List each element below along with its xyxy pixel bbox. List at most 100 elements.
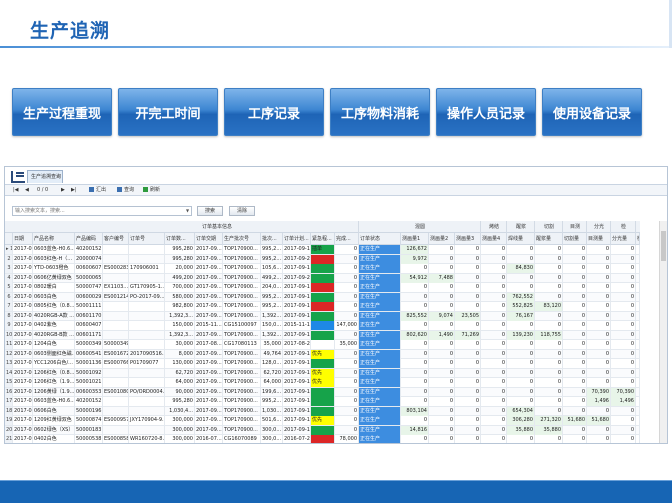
column-header[interactable]: 订单交期 bbox=[195, 233, 223, 245]
table-row[interactable]: 52017-09...0802暖白50000747EX1103...GT1709… bbox=[5, 283, 640, 293]
table-row[interactable]: 102017-09...4020RGB-B款 ...006011711,392,… bbox=[5, 330, 640, 340]
nav-button-3[interactable]: 工序记录 bbox=[224, 88, 324, 136]
column-header[interactable]: 测画量2 bbox=[429, 233, 455, 245]
column-header[interactable]: 订单状态 bbox=[359, 233, 401, 245]
table-row[interactable]: 172017-09...0603蓝色-H0.6...40200152995,28… bbox=[5, 397, 640, 407]
table-cell: 0 bbox=[611, 349, 636, 359]
next-page-button[interactable]: ▶ bbox=[61, 187, 65, 194]
column-header[interactable]: 醒浆量 bbox=[535, 233, 563, 245]
column-header[interactable]: 紧急程... bbox=[311, 233, 335, 245]
table-row[interactable]: 112017-09...1204白色 5000034950000349 30,000… bbox=[5, 340, 640, 350]
table-cell: WR160720-8... bbox=[129, 435, 165, 443]
last-page-button[interactable]: ▶| bbox=[71, 187, 77, 194]
table-row[interactable]: 62017-09...0603白色00600029ES001214PO-2017… bbox=[5, 292, 640, 302]
cell-text: 0 bbox=[501, 388, 505, 395]
table-cell: 51,680 bbox=[563, 416, 587, 425]
table-row[interactable]: 132017-09...YCC1206白色/...50001136ES00076… bbox=[5, 359, 640, 369]
cell-text: YCC1206白色/... bbox=[34, 360, 73, 366]
nav-button-6[interactable]: 使用设备记录 bbox=[542, 88, 642, 136]
table-row[interactable]: 192017-09...1209红黄绿双色50000874ES000957JXY… bbox=[5, 416, 640, 426]
cell-text: 0 bbox=[475, 417, 479, 423]
scroll-thumb[interactable] bbox=[661, 231, 666, 261]
table-row[interactable]: 152017-09...1206红色（1.9...5000102164,0002… bbox=[5, 378, 640, 388]
column-header[interactable]: 测画量4 bbox=[481, 233, 507, 245]
nav-button-2[interactable]: 开完工时间 bbox=[118, 88, 218, 136]
table-row[interactable]: 202017-09...0602绿色（XS）50000183300,000201… bbox=[5, 425, 640, 435]
column-header[interactable]: 客户编号 bbox=[103, 233, 129, 245]
table-cell: 1209红黄绿双色 bbox=[33, 416, 75, 425]
chevron-down-icon[interactable]: ▼ bbox=[184, 207, 191, 215]
table-row[interactable]: 92017-09...0402紫色 00600407 150,0002015-11.… bbox=[5, 321, 640, 331]
table-cell: 正在生产 bbox=[359, 406, 401, 416]
cell-text: 正在生产 bbox=[360, 265, 381, 271]
column-header[interactable]: 订单号 bbox=[129, 233, 165, 245]
table-row[interactable]: 72017-09...0805红色（0.8...50001111982,8002… bbox=[5, 302, 640, 312]
column-header[interactable]: 产品名称 bbox=[33, 233, 75, 245]
column-header[interactable]: 分光量 bbox=[611, 233, 636, 245]
column-header[interactable]: 批次... bbox=[261, 233, 283, 245]
cell-text: 50000538 bbox=[76, 436, 102, 442]
cell-text: 8 bbox=[7, 312, 11, 319]
table-row[interactable]: 22017-09...0603红色-H（...20000074995,28020… bbox=[5, 254, 640, 264]
table-row[interactable]: 32017-09...YTD-0603橙色00600607ES000283170… bbox=[5, 264, 640, 274]
clear-button[interactable]: 清除 bbox=[229, 206, 255, 216]
column-header[interactable]: 测画量3 bbox=[455, 233, 481, 245]
nav-button-1[interactable]: 生产过程重现 bbox=[12, 88, 112, 136]
row-index: 15 bbox=[5, 378, 13, 387]
cell-text: 0 bbox=[353, 350, 357, 357]
column-header[interactable]: 测画量1 bbox=[401, 233, 429, 245]
cell-text: 105,6... bbox=[262, 265, 282, 271]
column-header[interactable]: 切割量 bbox=[563, 233, 587, 245]
first-page-button[interactable]: |◀ bbox=[13, 187, 19, 194]
search-button[interactable]: 搜索 bbox=[197, 206, 223, 216]
cell-text: 0 bbox=[501, 369, 505, 376]
column-header[interactable]: 产品编码 bbox=[75, 233, 103, 245]
cell-text: 0 bbox=[423, 303, 427, 309]
table-cell bbox=[103, 368, 129, 378]
cell-text: 2017-09... bbox=[196, 379, 222, 385]
cell-text: 62,720 bbox=[175, 369, 194, 376]
table-cell: 2017-09... bbox=[195, 302, 223, 311]
table-cell bbox=[103, 311, 129, 321]
cell-text: 70,390 bbox=[591, 388, 610, 395]
refresh-button[interactable]: 刷新 bbox=[143, 187, 160, 194]
column-header[interactable]: 完成... bbox=[335, 233, 359, 245]
nav-button-4[interactable]: 工序物料消耗 bbox=[330, 88, 430, 136]
column-header[interactable]: 日期 bbox=[13, 233, 33, 245]
vertical-scrollbar[interactable] bbox=[659, 221, 667, 443]
table-cell: 0 bbox=[535, 311, 563, 321]
table-cell: 0 bbox=[455, 302, 481, 311]
table-row[interactable]: ▸ 12017-09...0603蓝色-H0.6...40200152995,2… bbox=[5, 245, 640, 255]
prev-page-button[interactable]: ◀ bbox=[25, 187, 29, 194]
column-header[interactable]: 检 bbox=[636, 233, 640, 245]
table-cell: 0 bbox=[481, 349, 507, 359]
column-header[interactable]: 订单计划... bbox=[283, 233, 311, 245]
column-header[interactable]: 订单数... bbox=[165, 233, 195, 245]
table-cell bbox=[636, 349, 640, 359]
cell-text: 40200152 bbox=[76, 398, 102, 404]
column-header[interactable]: 焊线量 bbox=[507, 233, 535, 245]
tab-trace-query[interactable]: 生产追溯查询 × bbox=[27, 170, 63, 183]
table-cell bbox=[103, 273, 129, 283]
cell-text: 0 bbox=[501, 303, 505, 309]
table-row[interactable]: 142017-09...1206红色（0.8...5000109262,7202… bbox=[5, 368, 640, 378]
column-header[interactable]: 生产批次号 bbox=[223, 233, 261, 245]
search-input[interactable] bbox=[12, 206, 192, 216]
table-row[interactable]: 182017-09...0606白色500001961,030,4...2017… bbox=[5, 406, 640, 416]
query-button[interactable]: 查询 bbox=[117, 187, 134, 194]
table-row[interactable]: 122017-09...0603侧面红色磁...00600541ES001672… bbox=[5, 349, 640, 359]
export-button[interactable]: 汇出 bbox=[89, 187, 106, 194]
table-row[interactable]: 212017-09...0402白色 50000538ES000858WR1607… bbox=[5, 435, 640, 443]
cell-text: 0 bbox=[449, 426, 453, 433]
table-cell: 2017-09... bbox=[13, 264, 33, 273]
table-row[interactable]: 82017-09...4020RGB-A款 ...006011701,392,3… bbox=[5, 311, 640, 321]
table-row[interactable]: 162017-09...1206黄绿（1.9...00600353ES00108… bbox=[5, 387, 640, 397]
table-cell: 2015-11... bbox=[195, 321, 223, 330]
nav-button-5[interactable]: 操作人员记录 bbox=[436, 88, 536, 136]
close-icon[interactable]: × bbox=[56, 171, 60, 183]
column-header[interactable]: 目测量 bbox=[587, 233, 611, 245]
cell-text: 2017-09-19 bbox=[284, 246, 311, 252]
column-header[interactable] bbox=[5, 233, 13, 245]
table-cell: 0 bbox=[563, 302, 587, 311]
table-row[interactable]: 42017-09...0606亿黄绿双色50000065499,2002017-… bbox=[5, 273, 640, 283]
